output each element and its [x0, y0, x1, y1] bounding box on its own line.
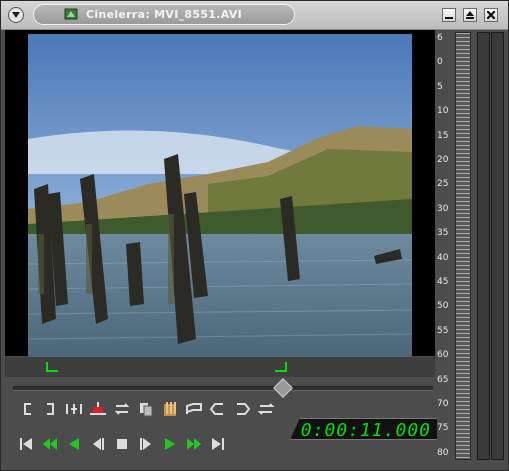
fast-reverse-button[interactable]	[39, 434, 61, 454]
meter-label: 50	[437, 301, 449, 312]
prev-label-button[interactable]	[207, 399, 229, 419]
title-pill: Cinelerra: MVI_8551.AVI	[33, 4, 295, 25]
end-icon	[212, 438, 224, 450]
meter-label: 40	[437, 252, 449, 263]
label-icon	[186, 403, 202, 414]
reverse-icon	[69, 438, 79, 450]
splice-icon	[66, 404, 82, 414]
fast-forward-button[interactable]	[183, 434, 205, 454]
menu-arrow-icon	[12, 12, 20, 18]
frame-forward-icon	[140, 438, 151, 450]
position-slider[interactable]	[13, 386, 433, 391]
meter-label: 55	[437, 325, 449, 336]
in-point-marker[interactable]	[46, 362, 58, 372]
end-button[interactable]	[207, 434, 229, 454]
video-canvas[interactable]	[5, 30, 435, 357]
meter-label: 65	[437, 374, 449, 385]
minimize-button[interactable]	[442, 8, 456, 22]
meter-label: 80	[437, 447, 449, 458]
out-point-button[interactable]	[39, 399, 61, 419]
reverse-button[interactable]	[63, 434, 85, 454]
fast-reverse-icon	[43, 438, 57, 450]
in-point-button[interactable]	[17, 399, 39, 419]
meter-label: 0	[437, 57, 443, 68]
meter-ruler	[455, 32, 471, 460]
maximize-icon	[466, 11, 474, 19]
to-clip-button[interactable]	[111, 399, 133, 419]
rewind-to-start-icon	[20, 438, 32, 450]
meter-label: 10	[437, 106, 449, 117]
timecode-display: 0:00:11.000	[290, 418, 458, 440]
timecode: 0:00:11.000	[300, 420, 431, 441]
prev-label-icon	[209, 403, 223, 415]
next-label-icon	[237, 403, 251, 415]
fast-forward-icon	[187, 438, 201, 450]
meter-label: 70	[437, 399, 449, 409]
timebar[interactable]	[5, 357, 435, 377]
meter-channel-right	[491, 32, 504, 460]
frame-back-button[interactable]	[87, 434, 109, 454]
meter-label: 20	[437, 155, 449, 165]
out-point-icon	[47, 403, 54, 415]
meter-label: 35	[437, 228, 449, 239]
window-menu-button[interactable]	[8, 7, 24, 23]
close-icon	[487, 11, 495, 19]
window-title: Cinelerra: MVI_8551.AVI	[86, 8, 242, 21]
paste-icon	[164, 402, 176, 416]
close-button[interactable]	[484, 8, 498, 22]
paste-button[interactable]	[159, 399, 181, 419]
title-bar: Cinelerra: MVI_8551.AVI	[1, 1, 508, 30]
video-frame	[28, 34, 412, 357]
meter-label: 30	[437, 203, 449, 214]
meter-scale: 6 0 5 10 15 20 25 30 35 40 45 50 55 60 65 70 75 80	[437, 30, 455, 466]
overwrite-icon	[90, 402, 106, 415]
cycle-icon	[257, 403, 275, 415]
meter-label: 45	[437, 277, 449, 287]
meter-channel-left	[477, 32, 490, 460]
cycle-button[interactable]	[255, 399, 277, 419]
copy-button[interactable]	[135, 399, 157, 419]
position-slider-knob[interactable]	[273, 378, 293, 398]
play-button[interactable]	[159, 434, 181, 454]
stop-button[interactable]	[111, 434, 133, 454]
frame-forward-button[interactable]	[135, 434, 157, 454]
audio-meter-panel: 6 0 5 10 15 20 25 30 35 40 45 50 55 60 65 70 75 80	[437, 30, 507, 466]
play-icon	[165, 438, 175, 450]
meter-label: 6	[437, 33, 443, 43]
overwrite-button[interactable]	[87, 399, 109, 419]
stop-icon	[117, 439, 127, 449]
rewind-to-start-button[interactable]	[15, 434, 37, 454]
minimize-icon	[445, 17, 453, 19]
meter-label: 60	[437, 350, 449, 361]
meter-label: 75	[437, 423, 449, 434]
app-icon	[64, 8, 78, 20]
copy-icon	[140, 403, 153, 417]
meter-label: 25	[437, 179, 449, 190]
frame-back-icon	[93, 438, 104, 450]
meter-label: 5	[437, 81, 443, 92]
splice-button[interactable]	[63, 399, 85, 419]
to-clip-icon	[114, 403, 130, 415]
in-point-icon	[24, 403, 31, 415]
meter-label: 15	[437, 130, 449, 141]
maximize-button[interactable]	[463, 8, 477, 22]
next-label-button[interactable]	[231, 399, 253, 419]
out-point-marker[interactable]	[275, 362, 287, 372]
label-button[interactable]	[183, 399, 205, 419]
cinelerra-window: Cinelerra: MVI_8551.AVI 0:00:11.000 6 0 …	[0, 0, 509, 471]
